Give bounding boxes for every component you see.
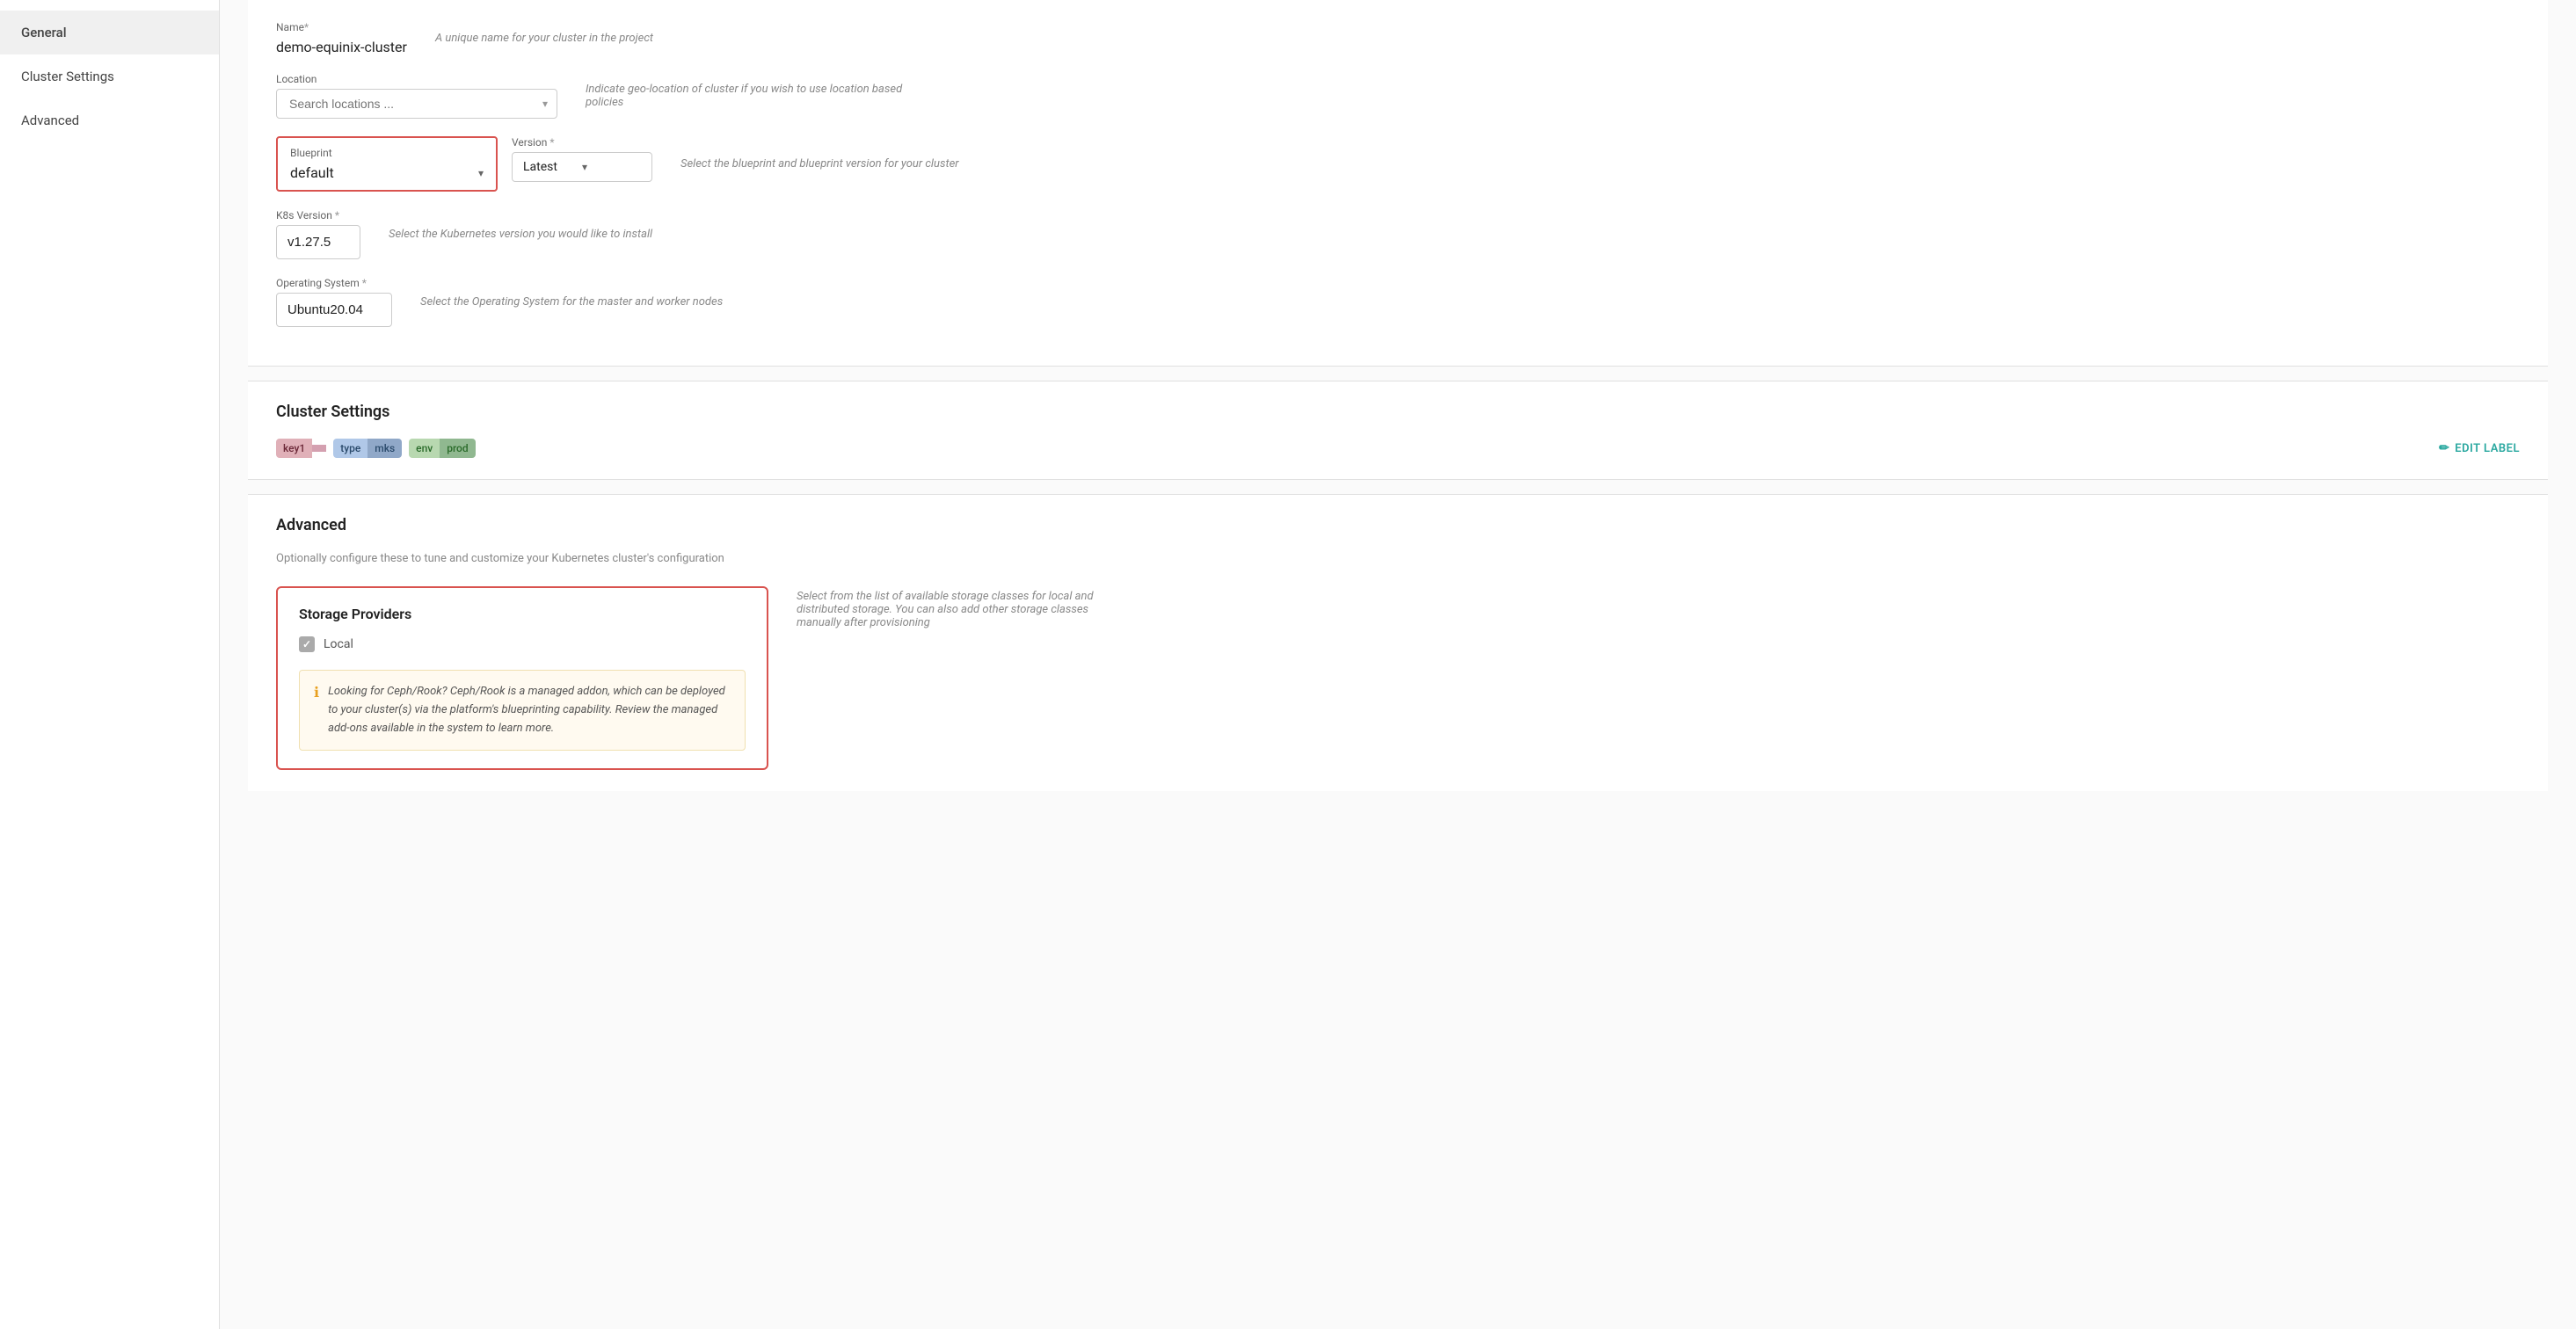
cluster-settings-title: Cluster Settings [276,403,2520,421]
sidebar: General Cluster Settings Advanced [0,0,220,1329]
cluster-settings-section: Cluster Settings key1 type mks env prod [248,381,2548,480]
os-row: Operating System * Ubuntu20.04 Select th… [276,277,2520,327]
version-value: Latest [523,160,582,174]
tag-key-type: type [333,439,367,458]
k8s-version-row: K8s Version * v1.27.5 Select the Kuberne… [276,209,2520,259]
version-box: Version * Latest ▾ [512,136,652,182]
sidebar-item-advanced[interactable]: Advanced [0,98,219,142]
labels-row: key1 type mks env prod ✏ EDIT LABEL [276,439,2520,458]
storage-providers-title: Storage Providers [299,606,746,622]
location-helper: Indicate geo-location of cluster if you … [586,83,920,109]
location-row: Location ▾ Indicate geo-location of clus… [276,73,2520,119]
edit-label-text: EDIT LABEL [2455,442,2520,455]
tag-value-key1 [312,445,326,452]
advanced-title: Advanced [276,516,2520,534]
storage-providers-helper: Select from the list of available storag… [797,590,1131,629]
label-tag-key1: key1 [276,439,326,458]
blueprint-version-row: Blueprint default ▾ Version * Latest [276,136,2520,192]
storage-row: Storage Providers Local ℹ Looking for Ce… [276,586,2520,770]
location-input[interactable] [286,90,542,118]
local-checkbox-row: Local [299,636,746,652]
info-icon: ℹ [314,684,319,701]
label-tag-type: type mks [333,439,402,458]
version-label: Version * [512,136,652,149]
location-group: Location ▾ [276,73,557,119]
os-select[interactable]: Ubuntu20.04 [276,293,392,327]
name-group: Name* demo-equinix-cluster [276,21,407,55]
chevron-down-icon: ▾ [478,167,484,179]
blueprint-box: Blueprint default ▾ [276,136,498,192]
local-checkbox[interactable] [299,636,315,652]
location-label: Location [276,73,557,85]
advanced-subtitle: Optionally configure these to tune and c… [276,552,2520,565]
main-content: Name* demo-equinix-cluster A unique name… [220,0,2576,1329]
name-row: Name* demo-equinix-cluster A unique name… [276,21,2520,55]
blueprint-label: Blueprint [290,147,484,159]
k8s-version-select-wrapper: v1.27.5 [276,225,360,259]
name-value: demo-equinix-cluster [276,37,407,55]
os-select-wrapper: Ubuntu20.04 [276,293,392,327]
location-search[interactable]: ▾ [276,89,557,119]
tag-value-env: prod [440,439,475,458]
general-section: Name* demo-equinix-cluster A unique name… [248,0,2548,367]
chevron-down-icon: ▾ [542,98,548,110]
local-checkbox-label: Local [324,637,353,651]
os-label: Operating System * [276,277,392,289]
blueprint-value: default [290,164,334,181]
label-tag-env: env prod [409,439,475,458]
edit-label-button[interactable]: ✏ EDIT LABEL [2439,441,2520,455]
blueprint-select[interactable]: default ▾ [290,164,484,181]
chevron-down-icon: ▾ [582,161,641,173]
tag-value-type: mks [367,439,402,458]
blueprint-version-helper: Select the blueprint and blueprint versi… [680,157,959,171]
sidebar-item-cluster-settings[interactable]: Cluster Settings [0,54,219,98]
os-helper: Select the Operating System for the mast… [420,295,723,309]
os-group: Operating System * Ubuntu20.04 [276,277,392,327]
k8s-version-group: K8s Version * v1.27.5 [276,209,360,259]
ceph-rook-info-box: ℹ Looking for Ceph/Rook? Ceph/Rook is a … [299,670,746,751]
k8s-version-label: K8s Version * [276,209,360,222]
name-label: Name* [276,21,407,33]
name-helper: A unique name for your cluster in the pr… [435,32,653,45]
advanced-section: Advanced Optionally configure these to t… [248,494,2548,791]
ceph-rook-info-text: Looking for Ceph/Rook? Ceph/Rook is a ma… [328,683,731,737]
k8s-version-helper: Select the Kubernetes version you would … [389,228,652,241]
version-select[interactable]: Latest ▾ [512,152,652,182]
k8s-version-select[interactable]: v1.27.5 [276,225,360,259]
tag-key-key1: key1 [276,439,312,458]
edit-icon: ✏ [2439,441,2449,455]
tag-key-env: env [409,439,440,458]
sidebar-item-general[interactable]: General [0,11,219,54]
storage-providers-box: Storage Providers Local ℹ Looking for Ce… [276,586,768,770]
